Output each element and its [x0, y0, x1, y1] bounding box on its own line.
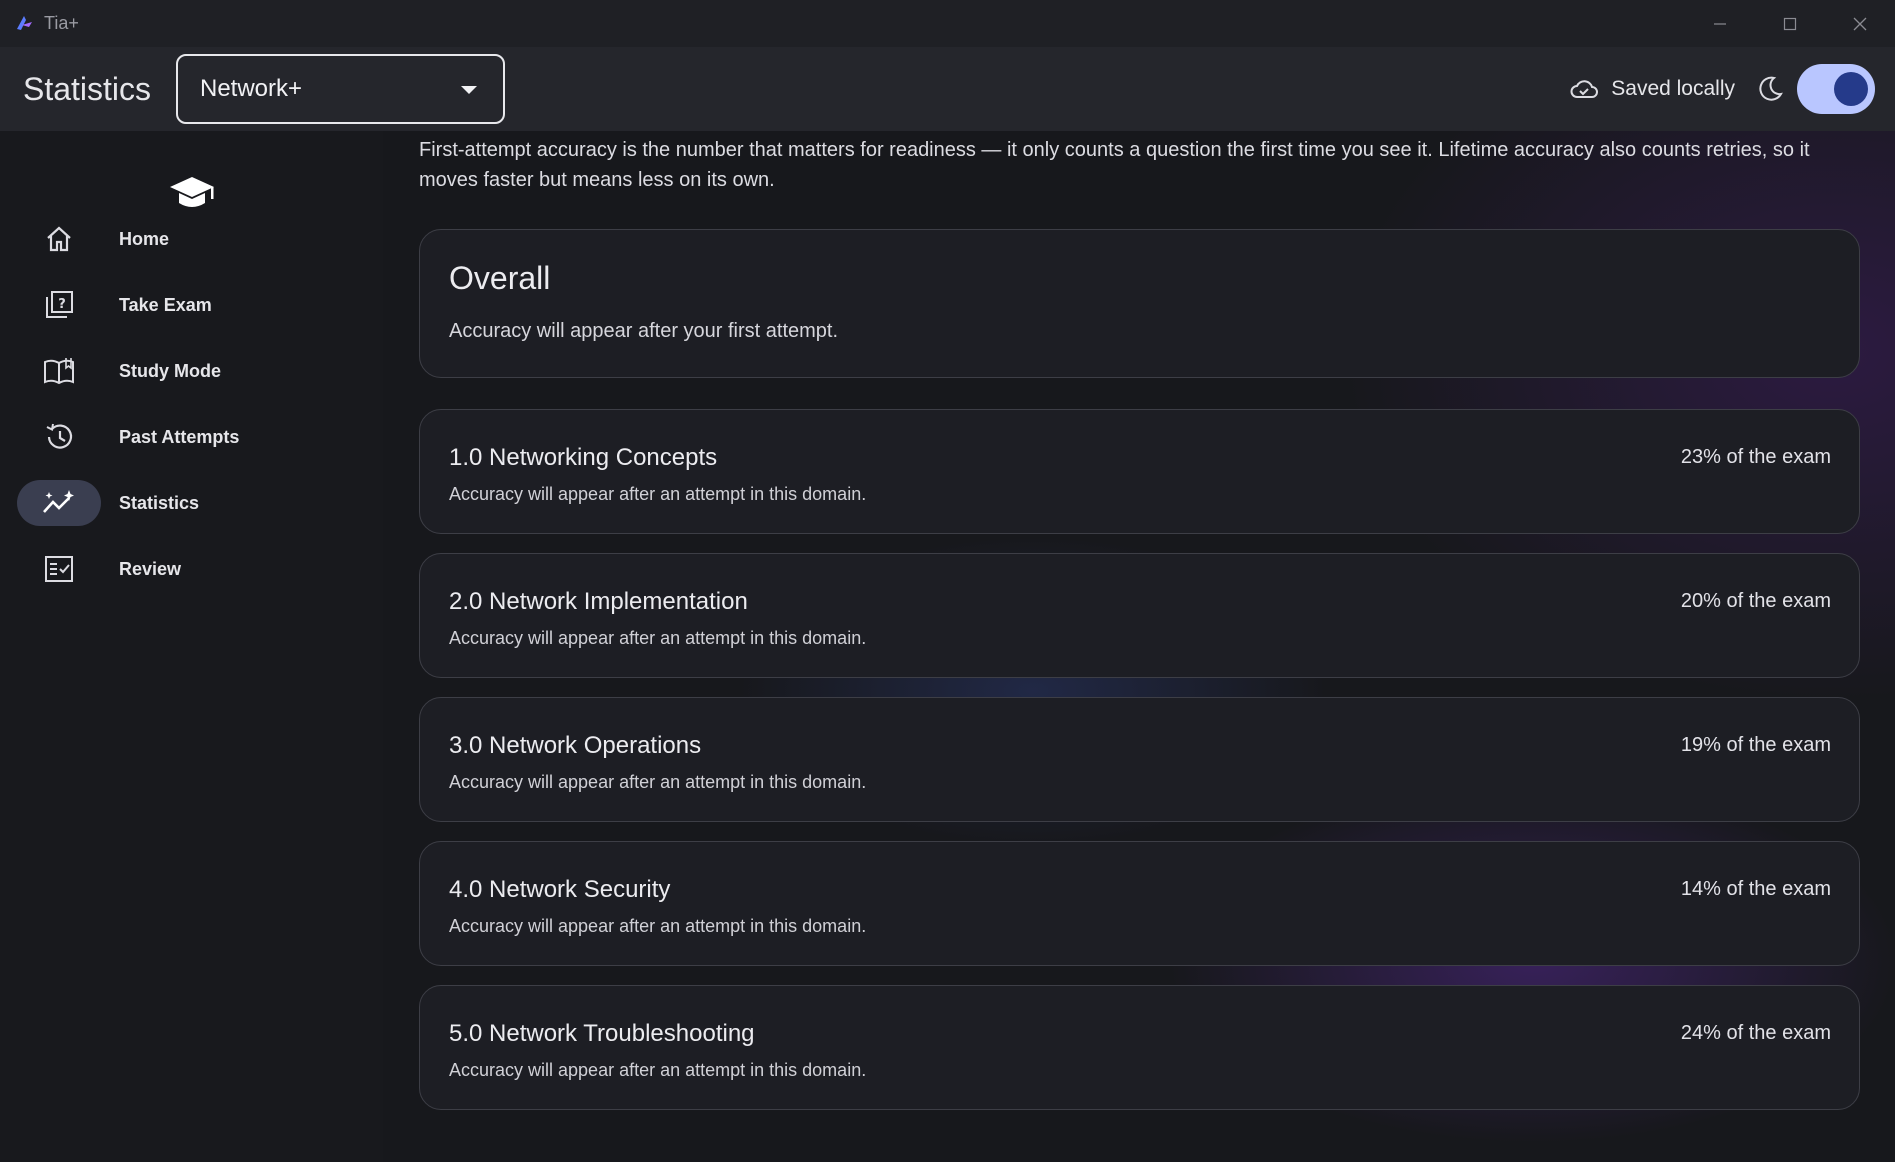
window-titlebar: Tia+ [0, 0, 1895, 47]
maximize-button[interactable] [1755, 0, 1825, 47]
domain-weight: 19% of the exam [1680, 734, 1831, 756]
book-icon [17, 348, 101, 394]
window-title: Tia+ [44, 13, 79, 33]
moon-icon [1755, 74, 1785, 104]
checklist-icon [17, 546, 101, 592]
trending-icon [17, 480, 101, 526]
domain-title: 1.0 Networking Concepts [449, 444, 718, 471]
sidebar-item-label: Statistics [119, 492, 200, 513]
history-icon [17, 414, 101, 460]
page-title: Statistics [23, 70, 152, 107]
domain-subtitle: Accuracy will appear after an attempt in… [449, 1060, 867, 1080]
domain-card: 2.0 Network Implementation Accuracy will… [419, 553, 1860, 678]
sidebar-item-statistics[interactable]: Statistics [17, 479, 357, 527]
app-logo-icon [10, 10, 38, 38]
home-icon [17, 216, 101, 262]
domain-card: 3.0 Network Operations Accuracy will app… [419, 697, 1860, 822]
minimize-button[interactable] [1685, 0, 1755, 47]
sidebar-item-study-mode[interactable]: Study Mode [17, 347, 357, 395]
maximize-icon [1783, 17, 1797, 30]
dark-mode-toggle[interactable] [1797, 64, 1875, 114]
sidebar-item-label: Review [119, 558, 182, 579]
toggle-knob [1834, 72, 1868, 106]
exam-select-dropdown[interactable]: Network+ [176, 54, 505, 124]
domain-weight: 14% of the exam [1680, 878, 1831, 900]
domain-card: 5.0 Network Troubleshooting Accuracy wil… [419, 985, 1860, 1110]
sidebar-item-past-attempts[interactable]: Past Attempts [17, 413, 357, 461]
domain-card: 1.0 Networking Concepts Accuracy will ap… [419, 409, 1860, 534]
domain-weight: 20% of the exam [1680, 590, 1831, 612]
sidebar-item-label: Study Mode [119, 360, 221, 381]
overall-subtitle: Accuracy will appear after your first at… [449, 320, 839, 342]
domain-subtitle: Accuracy will appear after an attempt in… [449, 772, 867, 792]
sidebar-item-label: Past Attempts [119, 426, 240, 447]
overall-title: Overall [449, 260, 551, 296]
quiz-icon: ? [17, 282, 101, 328]
close-window-button[interactable] [1825, 0, 1895, 47]
exam-select-value: Network+ [200, 75, 303, 102]
sidebar-item-take-exam[interactable]: ? Take Exam [17, 281, 357, 329]
statistics-content: First-attempt accuracy is the number tha… [383, 131, 1895, 1162]
domain-title: 5.0 Network Troubleshooting [449, 1020, 755, 1047]
intro-text: First-attempt accuracy is the number tha… [419, 139, 1810, 191]
sidebar-item-review[interactable]: Review [17, 545, 357, 593]
domain-card: 4.0 Network Security Accuracy will appea… [419, 841, 1860, 966]
domain-title: 3.0 Network Operations [449, 732, 702, 759]
domain-subtitle: Accuracy will appear after an attempt in… [449, 916, 867, 936]
sidebar: Home ? Take Exam Study Mode Past Attempt… [0, 131, 383, 1162]
app-header: Statistics Network+ Saved locally [0, 47, 1895, 131]
sidebar-item-home[interactable]: Home [17, 215, 357, 263]
minimize-icon [1714, 22, 1726, 25]
domain-subtitle: Accuracy will appear after an attempt in… [449, 628, 867, 648]
graduation-cap-icon [166, 171, 218, 217]
save-status-label: Saved locally [1611, 77, 1735, 100]
chevron-down-icon [461, 86, 477, 94]
cloud-done-icon [1569, 78, 1599, 100]
domain-weight: 24% of the exam [1680, 1022, 1831, 1044]
close-icon [1853, 17, 1867, 30]
sidebar-item-label: Home [119, 228, 170, 249]
domain-title: 2.0 Network Implementation [449, 588, 748, 615]
domain-subtitle: Accuracy will appear after an attempt in… [449, 484, 867, 504]
overall-card: Overall Accuracy will appear after your … [419, 229, 1860, 378]
svg-text:?: ? [58, 297, 66, 312]
domain-title: 4.0 Network Security [449, 876, 671, 903]
domain-weight: 23% of the exam [1680, 446, 1831, 468]
save-status: Saved locally [1569, 77, 1735, 101]
sidebar-item-label: Take Exam [119, 294, 212, 315]
